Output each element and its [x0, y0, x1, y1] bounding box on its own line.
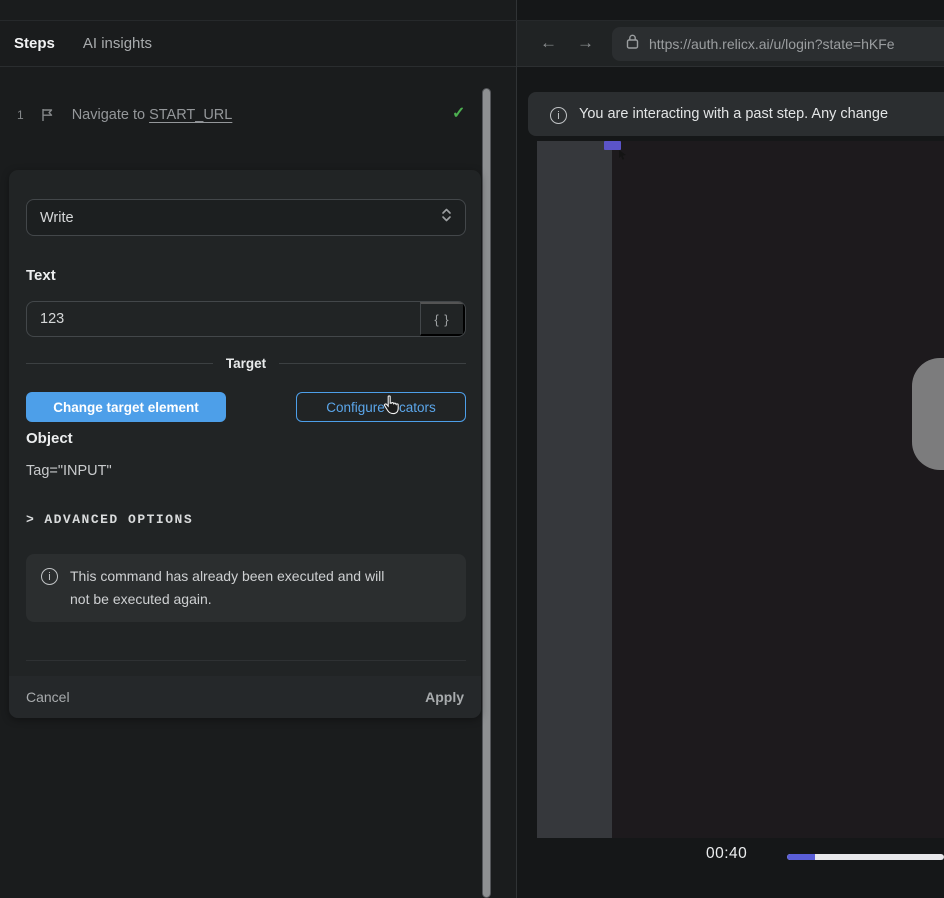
apply-button[interactable]: Apply [425, 689, 464, 705]
lock-icon [626, 34, 639, 54]
past-step-banner-text: You are interacting with a past step. An… [579, 106, 888, 122]
text-input-group: { } [26, 301, 466, 337]
player-progress-bar[interactable] [787, 854, 944, 860]
step-text-prefix: Navigate to [72, 107, 145, 123]
recorded-cursor-icon [618, 147, 627, 165]
info-icon: i [41, 568, 58, 585]
object-value: Tag="INPUT" [26, 463, 112, 479]
chevron-right-icon: > [26, 512, 35, 527]
step-row[interactable]: 1 Navigate to START_URL ✓ [0, 100, 480, 130]
back-arrow-button[interactable]: ← [540, 33, 557, 53]
object-label: Object [26, 430, 73, 447]
floating-handle-pill[interactable] [912, 358, 944, 470]
divider-line [279, 363, 466, 364]
chevrons-up-down-icon [441, 208, 452, 227]
start-url-link[interactable]: START_URL [149, 107, 232, 123]
panel-scrollbar[interactable] [482, 88, 491, 898]
step-passed-check-icon: ✓ [452, 103, 465, 123]
divider-line [26, 363, 213, 364]
tab-ai-insights[interactable]: AI insights [83, 35, 152, 52]
advanced-options-toggle[interactable]: > ADVANCED OPTIONS [26, 512, 193, 527]
text-input[interactable] [27, 302, 420, 336]
insert-variable-button[interactable]: { } [420, 302, 465, 336]
player-timestamp: 00:40 [706, 845, 747, 863]
change-target-element-button[interactable]: Change target element [26, 392, 226, 422]
advanced-options-label: ADVANCED OPTIONS [44, 512, 193, 527]
replay-sidebar-region [537, 141, 612, 838]
flag-icon [41, 108, 54, 122]
steps-panel: Steps AI insights 1 Navigate to START_UR… [0, 0, 517, 898]
command-select[interactable]: Write [26, 199, 466, 236]
mouse-cursor-icon [383, 395, 400, 420]
player-progress-fill [787, 854, 815, 860]
command-select-value: Write [40, 210, 74, 226]
step-number: 1 [17, 108, 24, 122]
editor-footer: Cancel Apply [9, 676, 481, 718]
cancel-button[interactable]: Cancel [26, 689, 70, 705]
target-section-divider: Target [26, 354, 466, 372]
url-text: https://auth.relicx.ai/u/login?state=hKF… [649, 36, 895, 52]
step-editor-card: Write Text { } Target Change target elem [9, 170, 481, 718]
browser-toolbar: ← → https://auth.relicx.ai/u/login?state… [517, 21, 944, 67]
info-icon: i [550, 107, 567, 124]
executed-info-message: This command has already been executed a… [70, 565, 400, 611]
browser-preview-panel: ← → https://auth.relicx.ai/u/login?state… [517, 0, 944, 898]
app-window: Steps AI insights 1 Navigate to START_UR… [0, 0, 944, 898]
text-field-label: Text [26, 267, 56, 284]
forward-arrow-button[interactable]: → [577, 33, 594, 53]
executed-info-box: i This command has already been executed… [26, 554, 466, 622]
configure-locators-button[interactable]: Configure locators [296, 392, 466, 422]
titlebar-divider [0, 20, 944, 21]
step-description: Navigate to START_URL [72, 107, 233, 123]
target-section-label: Target [226, 356, 266, 371]
replay-screen-region [612, 141, 944, 838]
panel-tabbar: Steps AI insights [0, 21, 516, 67]
tab-steps[interactable]: Steps [14, 35, 55, 52]
past-step-banner: i You are interacting with a past step. … [528, 92, 944, 136]
url-bar[interactable]: https://auth.relicx.ai/u/login?state=hKF… [612, 27, 944, 61]
footer-divider [26, 660, 466, 661]
